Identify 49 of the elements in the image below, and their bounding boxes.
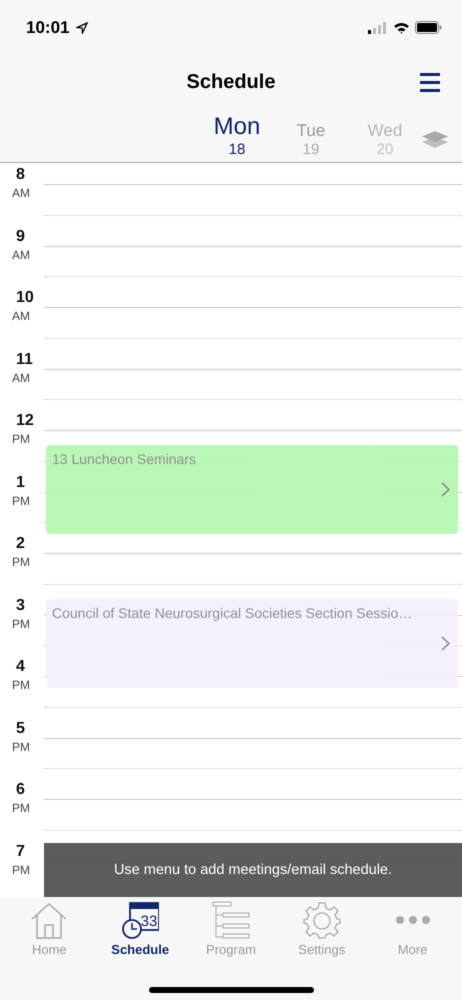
hour-label: 8 <box>16 166 25 184</box>
period-label: PM <box>12 432 30 446</box>
event-card[interactable]: 13 Luncheon Seminars <box>46 445 458 534</box>
menu-icon[interactable] <box>420 73 440 92</box>
tree-list-icon <box>212 901 250 939</box>
hour-label: 9 <box>16 228 25 246</box>
tab-bar-item[interactable]: 33 Schedule <box>96 901 184 965</box>
day-tab[interactable]: Mon 18 <box>200 113 274 162</box>
hour-label: 2 <box>16 535 25 553</box>
tab-bar-item[interactable]: Home <box>5 901 94 965</box>
period-label: PM <box>12 678 30 692</box>
status-time: 10:01 <box>26 18 70 38</box>
hour-label: 11 <box>16 350 33 368</box>
event-title: Council of State Neurosurgical Societies Section Sessio… <box>52 605 412 621</box>
chevron-icon <box>441 482 450 497</box>
period-label: PM <box>12 862 30 876</box>
wifi-icon <box>393 22 410 34</box>
location-arrow-icon <box>76 22 88 34</box>
tab-bar-item[interactable]: More <box>368 901 457 965</box>
period-label: PM <box>12 616 30 630</box>
hour-label: 1 <box>16 474 25 492</box>
screen-title: Schedule <box>186 71 276 94</box>
day-tab[interactable]: Tue 19 <box>274 121 348 162</box>
hour-label: 12 <box>16 412 34 430</box>
hint-text: Use menu to add meetings/email schedule. <box>114 862 392 878</box>
hour-label: 6 <box>16 781 25 799</box>
tab-bar-item[interactable]: Program <box>186 901 275 965</box>
tab-bar-item[interactable]: Settings <box>278 901 366 965</box>
period-label: PM <box>12 555 30 569</box>
settings-icon <box>302 901 341 939</box>
more-icon <box>394 916 432 924</box>
period-label: PM <box>12 494 30 508</box>
house-icon <box>30 901 68 939</box>
period-label: PM <box>12 801 30 815</box>
chevron-icon <box>441 636 450 651</box>
period-label: AM <box>12 248 30 262</box>
period-label: AM <box>12 186 30 200</box>
hour-label: 5 <box>16 720 25 738</box>
event-card[interactable]: Council of State Neurosurgical Societies Section Sessio… <box>46 599 458 688</box>
hour-label: 10 <box>16 289 34 307</box>
hour-label: 4 <box>16 658 25 676</box>
period-label: AM <box>12 370 30 384</box>
hour-label: 7 <box>16 842 25 860</box>
hour-label: 3 <box>16 596 25 614</box>
period-label: PM <box>12 740 30 754</box>
signal-icon <box>368 22 388 34</box>
battery-icon <box>415 21 442 34</box>
event-title: 13 Luncheon Seminars <box>52 451 196 467</box>
period-label: AM <box>12 309 30 323</box>
